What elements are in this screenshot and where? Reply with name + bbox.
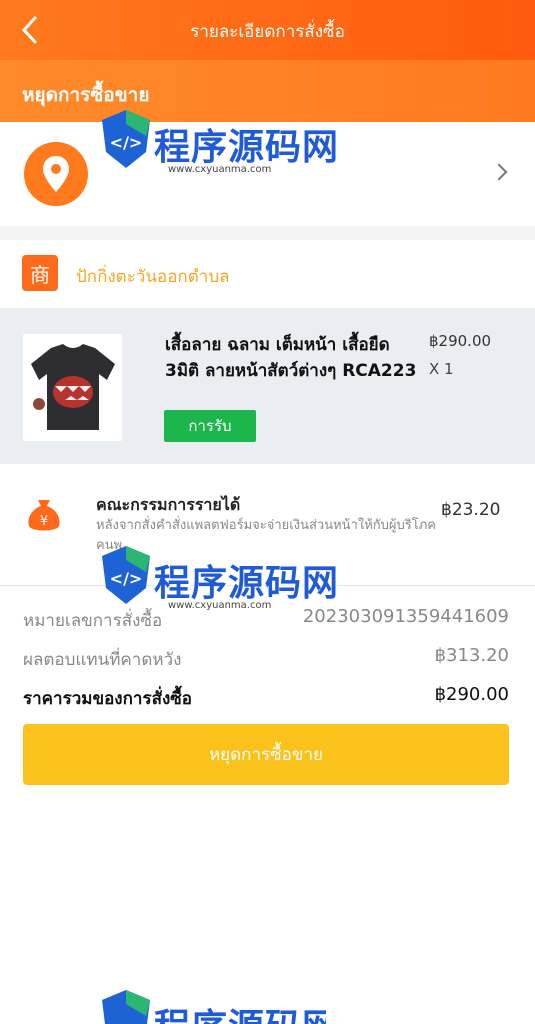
watermark-url: www.cxyuanma.com bbox=[168, 600, 272, 611]
product-name: เสื้อลาย ฉลาม เต็มหน้า เสื้อยืด 3มิติ ลา… bbox=[165, 335, 417, 381]
expected-return-value: ฿313.20 bbox=[434, 645, 509, 666]
section-gap bbox=[0, 226, 535, 240]
stop-trading-button[interactable]: หยุดการซื้อขาย bbox=[23, 724, 509, 785]
svg-text:¥: ¥ bbox=[40, 514, 48, 529]
code-badge-icon bbox=[102, 990, 150, 1024]
watermark-text: 程序源码网 bbox=[154, 127, 340, 168]
commission-title: คณะกรรมการรายได้ bbox=[96, 495, 241, 514]
shop-name: ปักกิ่งตะวันออกตำบล bbox=[76, 267, 230, 287]
commission-amount: ฿23.20 bbox=[441, 500, 501, 520]
svg-text:</>: </> bbox=[110, 133, 143, 152]
order-number-value: 202303091359441609 bbox=[302, 606, 509, 627]
watermark-logo: </> 程序源码网 www.cxyuanma.com bbox=[96, 106, 338, 186]
watermark-logo: 程序源码网 bbox=[96, 986, 326, 1024]
code-badge-icon: </> bbox=[102, 110, 150, 168]
product-price: ฿290.00 bbox=[429, 332, 492, 350]
location-pin-icon bbox=[24, 142, 88, 206]
expected-return-label: ผลตอบแทนที่คาดหวัง bbox=[23, 650, 182, 670]
svg-text:</>: </> bbox=[110, 569, 143, 588]
watermark-text: 程序源码网 bbox=[154, 563, 340, 604]
product-item[interactable]: เสื้อลาย ฉลาม เต็มหน้า เสื้อยืด 3มิติ ลา… bbox=[0, 308, 535, 464]
status-badge: การรับ bbox=[164, 410, 256, 442]
watermark-text: 程序源码网 bbox=[154, 998, 326, 1024]
store-icon: 商 bbox=[22, 255, 58, 291]
page-title: รายละเอียดการสั่งซื้อ bbox=[190, 22, 345, 42]
product-thumbnail bbox=[23, 334, 122, 441]
product-quantity: X 1 bbox=[429, 360, 454, 378]
expected-return-row: ผลตอบแทนที่คาดหวัง ฿313.20 bbox=[23, 642, 509, 672]
money-bag-icon: ¥ bbox=[24, 494, 64, 534]
watermark-url: www.cxyuanma.com bbox=[168, 164, 272, 175]
order-total-row: ราคารวมของการสั่งซื้อ ฿290.00 bbox=[23, 681, 509, 711]
watermark-logo: </> 程序源码网 www.cxyuanma.com bbox=[96, 542, 338, 622]
chevron-right-icon bbox=[490, 163, 508, 181]
shop-row[interactable]: 商 ปักกิ่งตะวันออกตำบล bbox=[0, 240, 535, 308]
header-bar: รายละเอียดการสั่งซื้อ bbox=[0, 0, 535, 60]
code-badge-icon: </> bbox=[102, 546, 150, 604]
order-total-label: ราคารวมของการสั่งซื้อ bbox=[23, 689, 193, 709]
order-total-value: ฿290.00 bbox=[434, 684, 509, 705]
